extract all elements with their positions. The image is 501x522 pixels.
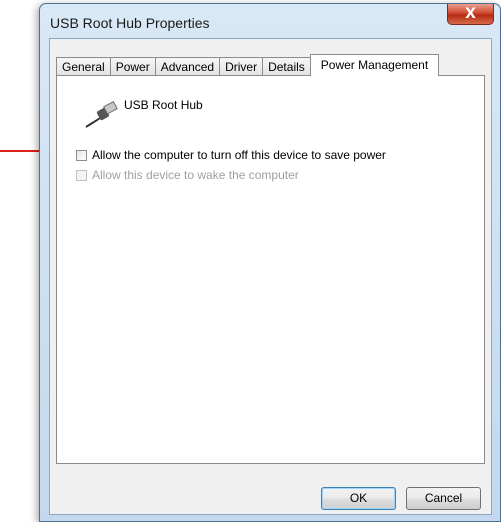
tab-driver[interactable]: Driver <box>219 57 264 76</box>
tab-strip: General Power Advanced Driver Details Po… <box>56 54 440 76</box>
wake-checkbox <box>76 169 87 181</box>
wake-label: Allow this device to wake the computer <box>92 168 299 182</box>
tab-power[interactable]: Power <box>109 57 156 76</box>
tab-details[interactable]: Details <box>262 57 311 76</box>
ok-button[interactable]: OK <box>321 487 396 510</box>
usb-plug-icon <box>85 101 118 128</box>
tab-power-management[interactable]: Power Management <box>309 54 440 76</box>
power-management-panel: USB Root Hub Allow the computer to turn … <box>56 75 485 464</box>
window-title: USB Root Hub Properties <box>50 15 210 31</box>
tab-advanced[interactable]: Advanced <box>154 57 221 76</box>
device-name: USB Root Hub <box>124 98 203 112</box>
option-allow-turn-off[interactable]: Allow the computer to turn off this devi… <box>76 148 386 162</box>
option-allow-wake: Allow this device to wake the computer <box>76 168 299 182</box>
tab-general[interactable]: General <box>56 57 111 76</box>
properties-window: USB Root Hub Properties X General Power … <box>39 3 501 522</box>
close-icon: X <box>465 6 476 22</box>
cancel-button[interactable]: Cancel <box>406 487 481 510</box>
close-button[interactable]: X <box>447 4 494 25</box>
turn-off-checkbox[interactable] <box>76 149 87 161</box>
turn-off-label: Allow the computer to turn off this devi… <box>92 148 386 162</box>
